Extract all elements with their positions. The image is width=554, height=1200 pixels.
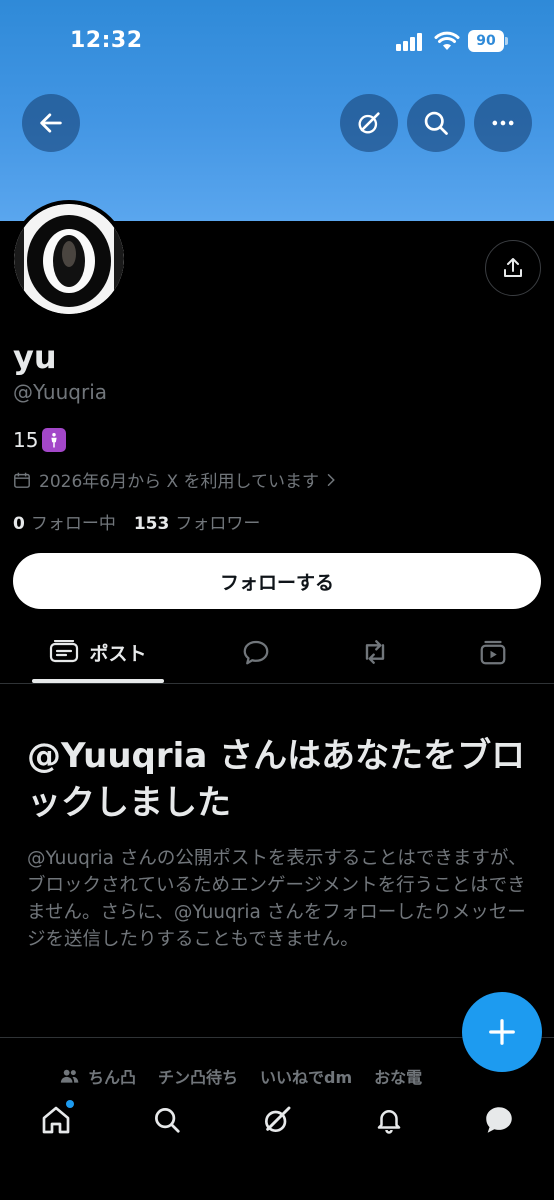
joined-text: 2026年6月から X を利用しています: [39, 472, 320, 492]
compose-button[interactable]: [462, 992, 542, 1072]
profile-bio: 15: [13, 428, 67, 452]
avatar[interactable]: [10, 200, 128, 318]
share-icon: [504, 258, 522, 277]
follow-stats: 0 フォロー中 153 フォロワー: [13, 509, 260, 534]
followers-count: 153: [133, 514, 170, 534]
calendar-icon: [14, 472, 30, 488]
tab-replies[interactable]: [236, 620, 276, 684]
community-label: ちん凸: [88, 1068, 137, 1087]
standing-person-icon: [42, 428, 67, 452]
bottom-nav: [0, 1090, 554, 1150]
back-button[interactable]: [22, 94, 80, 152]
notification-dot: [66, 1100, 74, 1108]
home-icon: [42, 1106, 70, 1134]
community-bar: ちん凸 チン凸待ち いいねでdm おな電: [58, 1063, 422, 1089]
status-bar: 12:32 90: [0, 0, 554, 84]
search-button[interactable]: [407, 94, 465, 152]
more-button[interactable]: [474, 94, 532, 152]
followers-link[interactable]: 153 フォロワー: [134, 509, 261, 534]
profile-name: yu: [13, 338, 57, 376]
community-item[interactable]: いいねでdm: [260, 1064, 352, 1088]
profile-tabs: ポスト: [0, 620, 554, 684]
profile-handle: @Yuuqria: [13, 380, 108, 404]
bio-text: 15: [13, 428, 39, 452]
cellular-signal-icon: [396, 33, 426, 51]
grok-icon: [358, 112, 380, 134]
nav-grok[interactable]: [257, 1100, 297, 1140]
tab-posts-label: ポスト: [89, 642, 147, 665]
active-tab-indicator: [32, 679, 164, 683]
tab-media[interactable]: [473, 620, 513, 684]
nav-search[interactable]: [147, 1100, 187, 1140]
community-item[interactable]: ちん凸: [58, 1064, 136, 1088]
following-label: フォロー中: [30, 514, 116, 534]
communities-icon: [60, 1069, 79, 1083]
media-icon: [480, 640, 506, 665]
blocked-description: @Yuuqria さんの公開ポストを表示することはできますが、ブロックされている…: [27, 848, 527, 950]
battery-icon: 90: [468, 30, 508, 52]
reply-icon: [243, 640, 269, 665]
following-link[interactable]: 0 フォロー中: [13, 509, 116, 534]
grok-button[interactable]: [340, 94, 398, 152]
messages-icon: [486, 1107, 512, 1133]
tab-posts[interactable]: ポスト: [32, 620, 164, 684]
status-time: 12:32: [70, 28, 143, 53]
posts-icon: [50, 640, 79, 663]
share-button[interactable]: [485, 240, 541, 296]
notifications-icon: [377, 1110, 401, 1134]
grok-icon: [265, 1106, 291, 1132]
tab-reposts[interactable]: [355, 620, 395, 684]
more-icon: [492, 120, 514, 126]
chevron-right-icon: [327, 473, 335, 486]
search-icon: [424, 111, 448, 135]
community-item[interactable]: チン凸待ち: [158, 1064, 238, 1088]
avatar-image: [14, 204, 124, 314]
arrow-left-icon: [40, 113, 62, 133]
battery-level: 90: [468, 30, 504, 52]
repost-icon: [365, 640, 385, 664]
follow-button[interactable]: フォローする: [13, 553, 541, 609]
nav-messages[interactable]: [479, 1100, 519, 1140]
nav-home[interactable]: [36, 1100, 76, 1140]
search-icon: [155, 1108, 180, 1133]
wifi-icon: [434, 30, 460, 52]
nav-notifications[interactable]: [369, 1100, 409, 1140]
blocked-title: @Yuuqria さんはあなたをブロックしました: [27, 736, 526, 823]
community-item[interactable]: おな電: [374, 1064, 422, 1088]
followers-label: フォロワー: [175, 514, 261, 534]
joined-date[interactable]: 2026年6月から X を利用しています: [13, 467, 336, 492]
following-count: 0: [13, 514, 25, 534]
plus-icon: [489, 1019, 515, 1045]
